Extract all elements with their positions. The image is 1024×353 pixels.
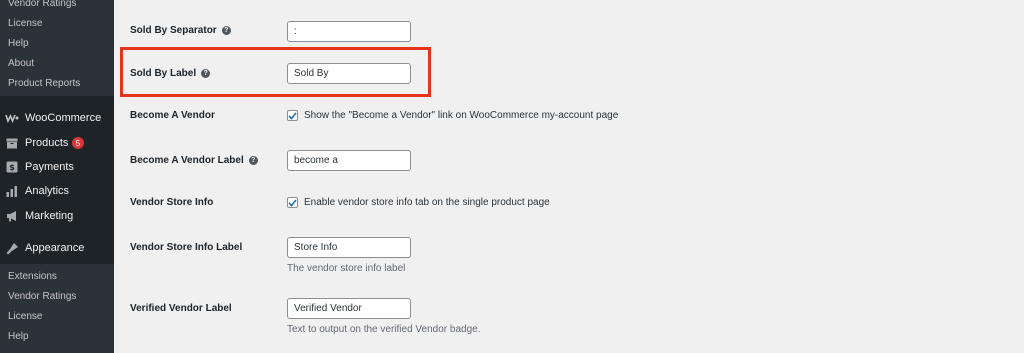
sold-by-separator-input[interactable] [287,21,411,42]
menu-item-payments[interactable]: $ Payments [0,156,114,178]
help-icon[interactable]: ? [201,69,211,78]
settings-form: Sold By Separator ? Sold By Label ? Beco… [114,0,1024,353]
verified-vendor-label-label: Verified Vendor Label [130,303,232,314]
menu-label-payments: Payments [25,161,74,173]
menu-item-analytics[interactable]: Analytics [0,180,114,202]
become-a-vendor-label: Become A Vendor [130,110,215,121]
sold-by-separator-label: Sold By Separator ? [130,25,231,36]
become-a-vendor-label-input[interactable] [287,150,411,171]
submenu-item-extensions[interactable]: Extensions [8,271,57,282]
submenu-item-help[interactable]: Help [8,331,29,342]
marketing-icon [5,209,19,223]
menu-label-analytics: Analytics [25,185,70,197]
submenu-item-vendor-ratings[interactable]: Vendor Ratings [8,291,76,302]
svg-text:$: $ [9,163,15,172]
submenu-item-help[interactable]: Help [8,38,29,49]
vendor-store-info-label-label: Vendor Store Info Label [130,242,243,253]
submenu-item-license[interactable]: License [8,311,42,322]
menu-item-woocommerce[interactable]: WooCommerce [0,107,114,129]
help-icon[interactable]: ? [221,26,231,35]
vendor-store-info-checkbox-text: Enable vendor store info tab on the sing… [304,197,550,208]
analytics-icon [5,184,19,198]
vendor-store-info-option: Enable vendor store info tab on the sing… [287,197,550,208]
help-icon[interactable]: ? [248,156,258,165]
menu-label-marketing: Marketing [25,210,74,222]
products-icon [5,136,19,150]
sold-by-label-label: Sold By Label ? [130,68,211,79]
submenu-top: Vendor Ratings License Help About Produc… [0,0,114,96]
submenu-item-license[interactable]: License [8,18,42,29]
woocommerce-icon [5,111,19,125]
payments-icon: $ [5,160,19,174]
appearance-icon [5,241,19,255]
become-a-vendor-label-label: Become A Vendor Label ? [130,155,258,166]
submenu-item-vendor-ratings[interactable]: Vendor Ratings [8,0,76,9]
verified-vendor-label-description: Text to output on the verified Vendor ba… [287,324,481,335]
products-count-badge: 5 [72,137,84,149]
menu-item-marketing[interactable]: Marketing [0,205,114,227]
menu-label-products: Products [25,137,69,149]
vendor-store-info-label: Vendor Store Info [130,197,214,208]
become-a-vendor-checkbox-text: Show the "Become a Vendor" link on WooCo… [304,110,619,121]
become-a-vendor-checkbox[interactable] [287,110,298,121]
verified-vendor-label-input[interactable] [287,298,411,319]
vendor-store-info-checkbox[interactable] [287,197,298,208]
sold-by-label-input[interactable] [287,63,411,84]
admin-sidebar: Vendor Ratings License Help About Produc… [0,0,114,353]
submenu-item-product-reports[interactable]: Product Reports [8,78,80,89]
submenu-bottom: Extensions Vendor Ratings License Help [0,264,114,353]
menu-label-appearance: Appearance [25,242,85,254]
vendor-store-info-label-description: The vendor store info label [287,263,406,274]
menu-label-woocommerce: WooCommerce [25,112,102,124]
vendor-store-info-label-input[interactable] [287,237,411,258]
checkmark-icon [288,111,297,120]
menu-item-appearance[interactable]: Appearance [0,237,114,259]
menu-item-products[interactable]: Products 5 [0,132,114,154]
submenu-item-about[interactable]: About [8,58,34,69]
become-a-vendor-option: Show the "Become a Vendor" link on WooCo… [287,110,618,121]
checkmark-icon [288,198,297,207]
